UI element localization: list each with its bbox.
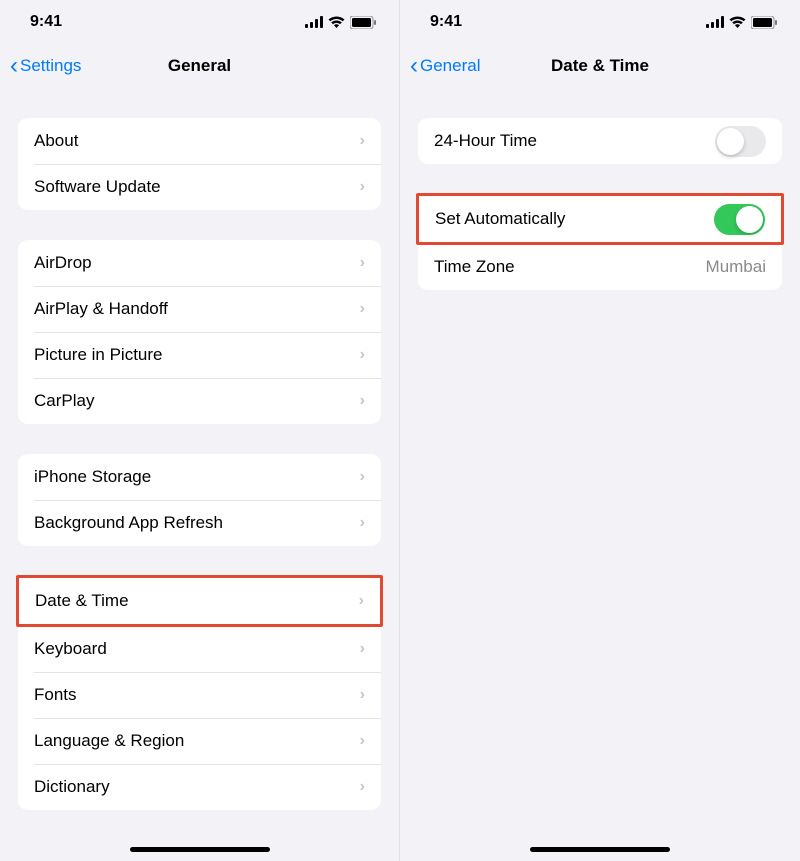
row-fonts[interactable]: Fonts › — [18, 672, 381, 718]
row-language-region[interactable]: Language & Region › — [18, 718, 381, 764]
wifi-icon — [328, 16, 345, 28]
chevron-left-icon: ‹ — [10, 54, 18, 78]
phone-general: 9:41 ‹ Settings General About › — [0, 0, 400, 861]
row-airdrop[interactable]: AirDrop › — [18, 240, 381, 286]
row-label: Set Automatically — [435, 209, 565, 229]
settings-group: About › Software Update › — [18, 118, 381, 210]
chevron-right-icon: › — [360, 468, 365, 486]
toggle-knob — [717, 128, 744, 155]
settings-group: iPhone Storage › Background App Refresh … — [18, 454, 381, 546]
settings-group: 24-Hour Time — [418, 118, 782, 164]
home-indicator[interactable] — [130, 847, 270, 852]
back-button[interactable]: ‹ General — [410, 54, 480, 78]
back-label: Settings — [20, 56, 81, 76]
general-content[interactable]: About › Software Update › AirDrop › AirP… — [0, 88, 399, 861]
row-label: Keyboard — [34, 639, 107, 659]
chevron-right-icon: › — [360, 254, 365, 272]
row-label: AirPlay & Handoff — [34, 299, 168, 319]
row-about[interactable]: About › — [18, 118, 381, 164]
settings-group: AirDrop › AirPlay & Handoff › Picture in… — [18, 240, 381, 424]
wifi-icon — [729, 16, 746, 28]
back-button[interactable]: ‹ Settings — [10, 54, 81, 78]
row-background-app-refresh[interactable]: Background App Refresh › — [18, 500, 381, 546]
row-label: Fonts — [34, 685, 77, 705]
status-icons — [706, 16, 778, 29]
row-label: AirDrop — [34, 253, 92, 273]
chevron-right-icon: › — [360, 732, 365, 750]
nav-bar: ‹ Settings General — [0, 44, 399, 88]
row-carplay[interactable]: CarPlay › — [18, 378, 381, 424]
chevron-left-icon: ‹ — [410, 54, 418, 78]
row-label: About — [34, 131, 78, 151]
back-label: General — [420, 56, 480, 76]
row-date-time[interactable]: Date & Time › — [19, 578, 380, 624]
highlight-set-automatically: Set Automatically — [416, 193, 784, 245]
highlight-date-time: Date & Time › — [16, 575, 383, 627]
row-label: Software Update — [34, 177, 161, 197]
row-keyboard[interactable]: Keyboard › — [18, 626, 381, 672]
chevron-right-icon: › — [360, 778, 365, 796]
page-title: General — [168, 56, 231, 76]
chevron-right-icon: › — [360, 132, 365, 150]
battery-icon — [350, 16, 377, 29]
status-time: 9:41 — [430, 13, 462, 31]
row-software-update[interactable]: Software Update › — [18, 164, 381, 210]
settings-group: Set Automatically Time Zone Mumbai — [418, 193, 782, 290]
row-picture-in-picture[interactable]: Picture in Picture › — [18, 332, 381, 378]
row-label: CarPlay — [34, 391, 94, 411]
status-bar: 9:41 — [0, 0, 399, 44]
row-value: Mumbai — [706, 257, 766, 277]
row-set-automatically[interactable]: Set Automatically — [419, 196, 781, 242]
row-24-hour-time[interactable]: 24-Hour Time — [418, 118, 782, 164]
chevron-right-icon: › — [360, 392, 365, 410]
cellular-signal-icon — [305, 16, 323, 28]
chevron-right-icon: › — [360, 686, 365, 704]
row-label: Picture in Picture — [34, 345, 163, 365]
row-label: Background App Refresh — [34, 513, 223, 533]
status-bar: 9:41 — [400, 0, 800, 44]
nav-bar: ‹ General Date & Time — [400, 44, 800, 88]
row-iphone-storage[interactable]: iPhone Storage › — [18, 454, 381, 500]
row-time-zone[interactable]: Time Zone Mumbai — [418, 244, 782, 290]
row-label: Time Zone — [434, 257, 515, 277]
status-time: 9:41 — [30, 13, 62, 31]
toggle-set-automatically[interactable] — [714, 204, 765, 235]
row-label: Date & Time — [35, 591, 129, 611]
toggle-24-hour-time[interactable] — [715, 126, 766, 157]
chevron-right-icon: › — [360, 346, 365, 364]
row-airplay-handoff[interactable]: AirPlay & Handoff › — [18, 286, 381, 332]
cellular-signal-icon — [706, 16, 724, 28]
chevron-right-icon: › — [360, 514, 365, 532]
settings-group: Date & Time › Keyboard › Fonts › Languag… — [18, 575, 381, 810]
chevron-right-icon: › — [360, 178, 365, 196]
row-dictionary[interactable]: Dictionary › — [18, 764, 381, 810]
page-title: Date & Time — [551, 56, 649, 76]
row-label: Dictionary — [34, 777, 110, 797]
home-indicator[interactable] — [530, 847, 670, 852]
row-label: iPhone Storage — [34, 467, 151, 487]
chevron-right-icon: › — [360, 640, 365, 658]
chevron-right-icon: › — [360, 300, 365, 318]
status-icons — [305, 16, 377, 29]
row-label: 24-Hour Time — [434, 131, 537, 151]
date-time-content[interactable]: 24-Hour Time Set Automatically Time Zone… — [400, 88, 800, 861]
battery-icon — [751, 16, 778, 29]
phone-date-time: 9:41 ‹ General Date & Time 24-Hour Time — [400, 0, 800, 861]
row-label: Language & Region — [34, 731, 184, 751]
toggle-knob — [736, 206, 763, 233]
chevron-right-icon: › — [359, 592, 364, 610]
